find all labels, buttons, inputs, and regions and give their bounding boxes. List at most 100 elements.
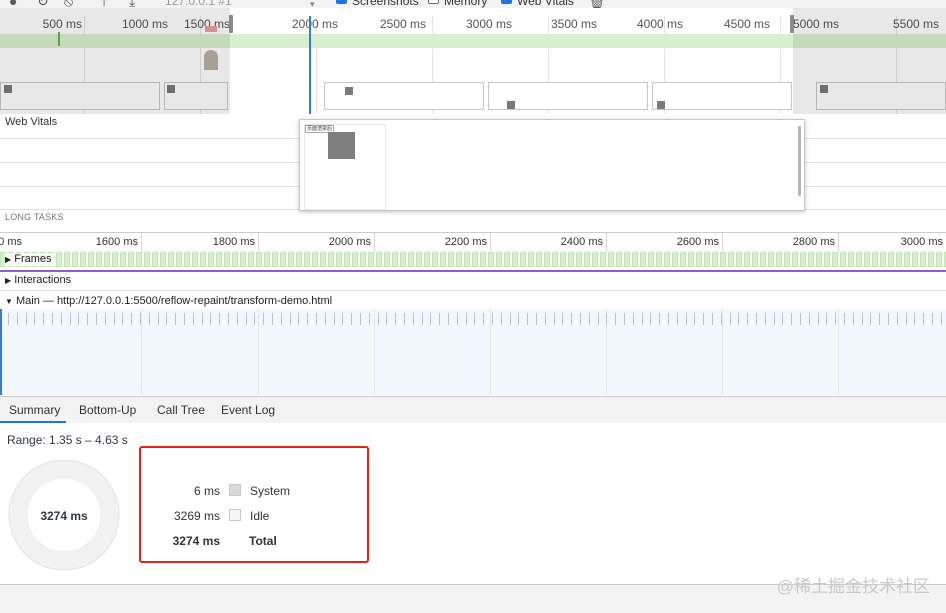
download-icon[interactable]: ⤓	[129, 0, 135, 8]
task-tick	[853, 313, 854, 325]
frame-cell	[680, 252, 686, 267]
tab-event-log[interactable]: Event Log	[221, 403, 275, 417]
task-tick	[342, 313, 343, 325]
frame-cell	[856, 252, 862, 267]
frame-cell	[784, 252, 790, 267]
tab-bottom-up[interactable]: Bottom-Up	[79, 403, 136, 417]
record-icon[interactable]: ●	[9, 0, 17, 8]
memory-label: Memory	[444, 0, 488, 8]
frame-cell	[464, 252, 470, 267]
frame-cell	[208, 252, 214, 267]
frame-cell	[608, 252, 614, 267]
task-tick	[290, 313, 291, 325]
memory-checkbox[interactable]	[428, 0, 439, 4]
selection-handle-left[interactable]	[229, 15, 233, 33]
interactions-track-label[interactable]: ▶ Interactions	[5, 274, 71, 287]
frame-cell	[896, 252, 902, 267]
frame-cell	[336, 252, 342, 267]
task-tick	[738, 313, 739, 325]
ruler-tick: 1600 ms	[95, 236, 138, 248]
task-tick	[589, 313, 590, 325]
task-tick	[395, 313, 396, 325]
scrollbar[interactable]	[798, 126, 801, 196]
frame-cell	[624, 252, 630, 267]
task-tick	[122, 313, 123, 325]
task-tick	[906, 313, 907, 325]
frame-cell	[360, 252, 366, 267]
frame-cell	[64, 252, 70, 267]
ruler-tick: 3000 ms	[900, 236, 943, 248]
main-thread-flamechart[interactable]	[0, 309, 946, 395]
time-ruler[interactable]: 0 ms 1600 ms 1800 ms 2000 ms 2200 ms 240…	[0, 232, 946, 252]
frame-cell	[584, 252, 590, 267]
task-tick	[105, 313, 106, 325]
selection-handle-right[interactable]	[790, 15, 794, 33]
tab-call-tree[interactable]: Call Tree	[157, 403, 205, 417]
task-tick	[430, 313, 431, 325]
frame-cell	[416, 252, 422, 267]
frame-cell	[736, 252, 742, 267]
frame-cell	[704, 252, 710, 267]
frame-cell	[752, 252, 758, 267]
frame-cell	[632, 252, 638, 267]
frame-cell	[568, 252, 574, 267]
reload-record-icon[interactable]: ↻	[37, 0, 49, 8]
ruler-tick: 0 ms	[0, 236, 22, 248]
task-tick	[237, 313, 238, 325]
frame-cell	[392, 252, 398, 267]
task-tick	[870, 313, 871, 325]
task-tick	[193, 313, 194, 325]
timeline-overview[interactable]: 500 ms 1000 ms 1500 ms 2000 ms 2500 ms 3…	[0, 8, 946, 115]
task-tick	[378, 313, 379, 325]
overview-tick: 2000 ms	[291, 17, 338, 31]
frames-label[interactable]: ▶ Frames	[5, 253, 55, 266]
task-tick	[175, 313, 176, 325]
frame-cell	[72, 252, 78, 267]
preview-box	[328, 132, 355, 159]
task-tick	[307, 313, 308, 325]
details-tabbar: Summary Bottom-Up Call Tree Event Log	[0, 396, 946, 424]
ruler-tick: 2800 ms	[792, 236, 835, 248]
triangle-right-icon: ▶	[5, 255, 12, 264]
tab-summary[interactable]: Summary	[9, 403, 60, 417]
screenshots-label: Screenshots	[352, 0, 419, 8]
main-thread-track-label[interactable]: ▼ Main — http://127.0.0.1:5500/reflow-re…	[5, 295, 332, 308]
frame-cell	[848, 252, 854, 267]
frame-cell	[432, 252, 438, 267]
task-tick	[8, 313, 9, 325]
frame-cell	[504, 252, 510, 267]
task-tick	[633, 313, 634, 325]
task-tick	[334, 313, 335, 325]
frame-cell	[656, 252, 662, 267]
frame-cell	[744, 252, 750, 267]
frame-cell	[544, 252, 550, 267]
webvitals-checkbox[interactable]	[501, 0, 512, 4]
frame-cell	[56, 252, 62, 267]
task-tick	[140, 313, 141, 325]
task-tick	[527, 313, 528, 325]
frame-cell	[712, 252, 718, 267]
recording-select[interactable]: 127.0.0.1 #1	[165, 0, 232, 8]
frame-cell	[480, 252, 486, 267]
frames-track[interactable]: ▶ Frames	[0, 251, 946, 268]
task-tick	[809, 313, 810, 325]
trash-icon[interactable]: 🗑	[588, 0, 606, 8]
frame-cell	[256, 252, 262, 267]
task-tick	[606, 313, 607, 325]
frame-cell	[840, 252, 846, 267]
webvitals-label: Web Vitals	[517, 0, 574, 8]
frame-cell	[120, 252, 126, 267]
task-tick	[844, 313, 845, 325]
task-tick	[642, 313, 643, 325]
upload-icon[interactable]: ⤒	[101, 0, 107, 8]
task-tick	[835, 313, 836, 325]
overview-tick: 3000 ms	[465, 17, 512, 31]
watermark-text: @稀土掘金技术社区	[776, 577, 930, 596]
frame-cell	[224, 252, 230, 267]
frame-cell	[456, 252, 462, 267]
clear-icon[interactable]: ⦸	[64, 0, 73, 8]
frame-cell	[728, 252, 734, 267]
frame-cell	[128, 252, 134, 267]
frame-cell	[808, 252, 814, 267]
screenshots-checkbox[interactable]	[336, 0, 347, 4]
